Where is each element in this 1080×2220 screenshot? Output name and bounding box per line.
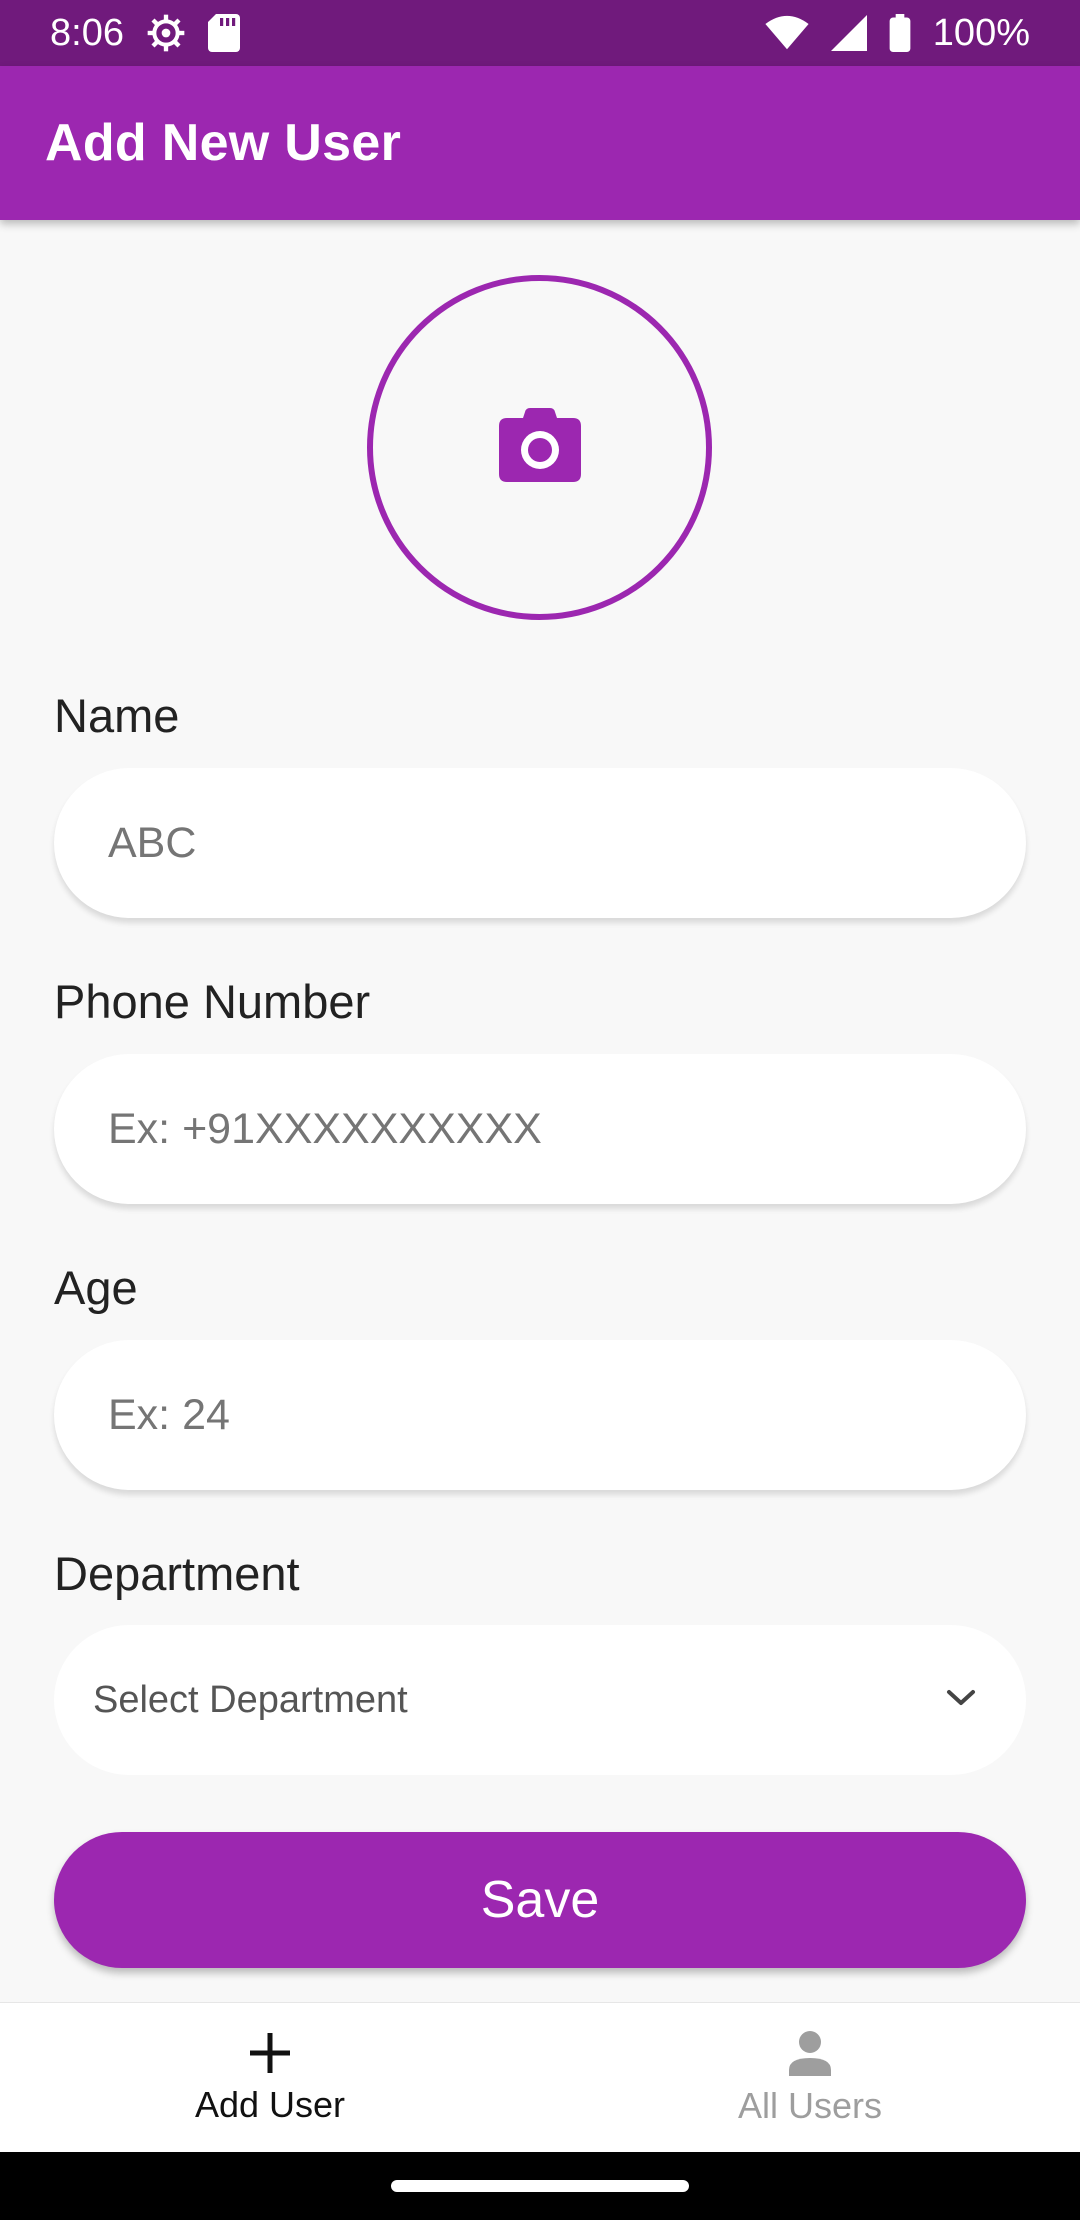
status-time: 8:06 — [50, 11, 124, 54]
department-selected-value: Select Department — [93, 1678, 408, 1721]
profile-photo-picker[interactable] — [367, 275, 712, 620]
camera-icon — [498, 408, 581, 487]
person-icon — [787, 2030, 833, 2081]
signal-icon — [830, 15, 867, 51]
save-button[interactable]: Save — [54, 1832, 1026, 1968]
nav-item-all-users[interactable]: All Users — [540, 2003, 1080, 2153]
bottom-navigation: Add User All Users — [0, 2002, 1080, 2152]
age-label: Age — [54, 1261, 138, 1314]
system-navigation-bar — [0, 2152, 1080, 2220]
department-label: Department — [54, 1547, 300, 1600]
wifi-icon — [765, 15, 809, 51]
gesture-handle[interactable] — [391, 2180, 689, 2192]
plus-icon — [248, 2031, 292, 2080]
battery-percentage: 100% — [932, 11, 1030, 54]
add-user-screen: 8:06 100% Add New User Name ABC Phone Nu… — [0, 0, 1080, 2220]
age-input[interactable] — [108, 1390, 968, 1440]
battery-icon — [889, 14, 911, 52]
phone-field-container — [54, 1054, 1026, 1204]
status-bar: 8:06 100% — [0, 0, 1080, 66]
name-field-container — [54, 768, 1026, 918]
phone-number-input[interactable] — [108, 1104, 968, 1154]
nav-item-add-user[interactable]: Add User — [0, 2003, 540, 2153]
nav-label-add-user: Add User — [194, 2083, 346, 2125]
settings-gear-icon — [146, 13, 186, 53]
name-label: Name — [54, 689, 180, 742]
nav-label-all-users: All Users — [737, 2084, 883, 2126]
app-bar: Add New User — [0, 66, 1080, 220]
name-input[interactable] — [108, 818, 968, 868]
sd-card-icon — [207, 14, 240, 52]
department-dropdown[interactable]: Select Department — [54, 1625, 1026, 1775]
chevron-down-icon — [946, 1688, 976, 1713]
page-title: Add New User — [45, 114, 402, 172]
phone-number-label: Phone Number — [54, 975, 371, 1028]
age-field-container — [54, 1340, 1026, 1490]
